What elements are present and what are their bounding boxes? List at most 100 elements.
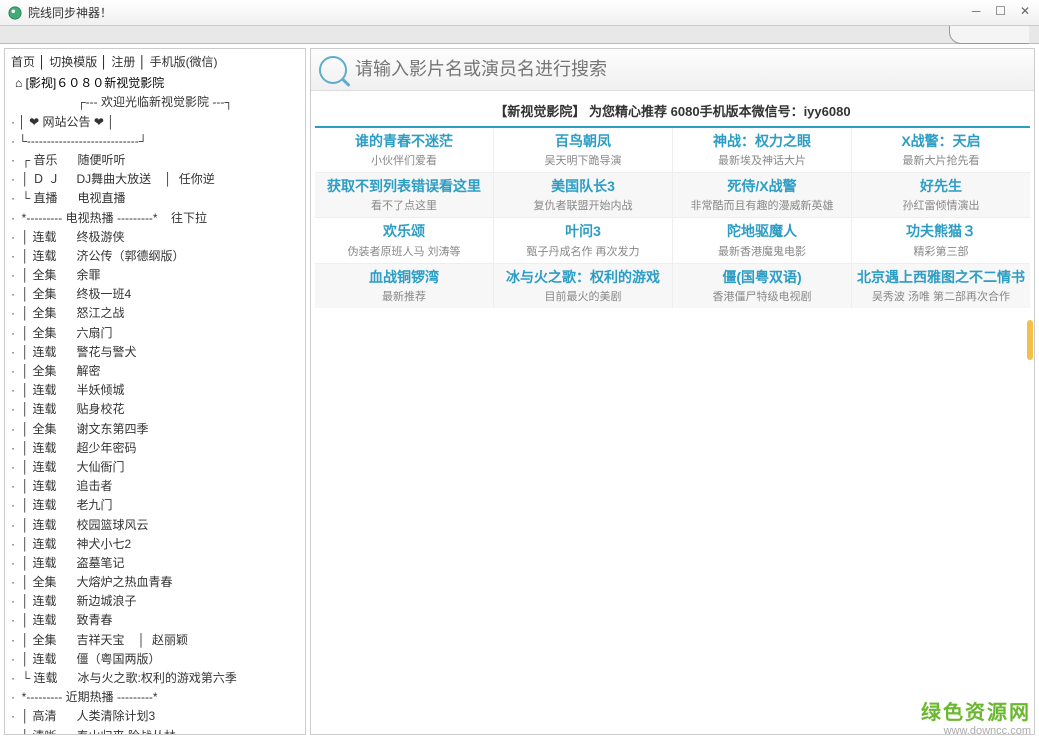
list-item[interactable]: · │ 连载 超少年密码 bbox=[11, 439, 299, 458]
movie-cell[interactable]: 美国队长3 复仇者联盟开始内战 bbox=[494, 173, 672, 217]
list-item[interactable]: · ┌ 音乐 随便听听 bbox=[11, 151, 299, 170]
search-input[interactable] bbox=[355, 59, 1026, 80]
titlebar: 院线同步神器！ ─ ☐ ✕ bbox=[0, 0, 1039, 26]
movie-desc: 最新推荐 bbox=[317, 288, 491, 304]
movie-title: X战警：天启 bbox=[854, 132, 1028, 150]
list-item[interactable]: · │ 连载 半妖倾城 bbox=[11, 381, 299, 400]
watermark-url: www.downcc.com bbox=[921, 725, 1031, 737]
movie-title: 美国队长3 bbox=[496, 177, 670, 195]
list-item[interactable]: · │ 清晰 泰山归来 险战丛林 . bbox=[11, 727, 299, 735]
movie-cell[interactable]: 百鸟朝凤吴天明下跪导演 bbox=[494, 128, 672, 172]
movie-cell[interactable]: 欢乐颂伪装者原班人马 刘涛等 bbox=[315, 218, 493, 262]
movie-title: 死侍/X战警 bbox=[675, 177, 849, 195]
movie-desc: 复仇者联盟开始内战 bbox=[496, 197, 670, 213]
list-item[interactable]: · │ 连载 终极游侠 bbox=[11, 228, 299, 247]
list-item[interactable]: · │ 全集 吉祥天宝 │ 赵丽颖 bbox=[11, 631, 299, 650]
list-item[interactable]: · │ 连载 济公传（郭德纲版） bbox=[11, 247, 299, 266]
movie-title: 神战：权力之眼 bbox=[675, 132, 849, 150]
list-item[interactable]: · │ 连载 致青春 bbox=[11, 611, 299, 630]
list-item[interactable]: · │ 全集 谢文东第四季 bbox=[11, 420, 299, 439]
list-item[interactable]: · │ 全集 终极一班4 bbox=[11, 285, 299, 304]
list-item[interactable]: · │ 连载 大仙衙门 bbox=[11, 458, 299, 477]
movie-title: 功夫熊猫３ bbox=[854, 222, 1028, 240]
movie-cell[interactable]: 功夫熊猫３精彩第三部 bbox=[852, 218, 1030, 262]
movie-cell[interactable]: 北京遇上西雅图之不二情书吴秀波 汤唯 第二部再次合作 bbox=[852, 264, 1030, 308]
watermark-name: 绿色资源网 bbox=[921, 696, 1031, 725]
list-item[interactable]: · └ 直播 电视直播 bbox=[11, 189, 299, 208]
movie-cell[interactable]: 僵(国粤双语)香港僵尸特级电视剧 bbox=[673, 264, 851, 308]
list-item[interactable]: · │ 连载 新边城浪子 bbox=[11, 592, 299, 611]
nav-register[interactable]: 注册 bbox=[111, 55, 135, 69]
movie-desc: 看不了点这里 bbox=[317, 197, 491, 213]
list-item[interactable]: · │ 全集 余罪 bbox=[11, 266, 299, 285]
list-item[interactable]: · │ 全集 六扇门 bbox=[11, 324, 299, 343]
movie-desc: 伪装者原班人马 刘涛等 bbox=[317, 243, 491, 259]
list-item[interactable]: · │ 全集 解密 bbox=[11, 362, 299, 381]
movie-title: 获取不到列表错误看这里 bbox=[317, 177, 491, 195]
nav-template[interactable]: 切换模版 bbox=[49, 55, 97, 69]
movie-grid: 谁的青春不迷茫小伙伴们爱看百鸟朝凤吴天明下跪导演神战：权力之眼最新埃及神话大片X… bbox=[315, 128, 1030, 308]
movie-desc: 最新大片抢先看 bbox=[854, 152, 1028, 168]
movie-desc: 孙红雷倾情演出 bbox=[854, 197, 1028, 213]
movie-cell[interactable]: 陀地驱魔人最新香港魔鬼电影 bbox=[673, 218, 851, 262]
announce-bot: · └----------------------------┘ bbox=[11, 132, 299, 151]
sidebar: 首页 │ 切换模版 │ 注册 │ 手机版(微信) ⌂ [影视]６０８０新视觉影院… bbox=[4, 48, 306, 735]
maximize-button[interactable]: ☐ bbox=[991, 4, 1011, 18]
nav-home[interactable]: 首页 bbox=[11, 55, 35, 69]
movie-desc: 最新香港魔鬼电影 bbox=[675, 243, 849, 259]
list-item[interactable]: · │ 连载 校园篮球风云 bbox=[11, 516, 299, 535]
movie-desc: 目前最火的美剧 bbox=[496, 288, 670, 304]
movie-title: 百鸟朝凤 bbox=[496, 132, 670, 150]
movie-desc: 最新埃及神话大片 bbox=[675, 152, 849, 168]
list-item[interactable]: · └ 连载 冰与火之歌:权利的游戏第六季 bbox=[11, 669, 299, 688]
list-item[interactable]: · │ 连载 贴身校花 bbox=[11, 400, 299, 419]
list-item[interactable]: · │ Ｄ Ｊ DJ舞曲大放送 │ 任你逆 bbox=[11, 170, 299, 189]
movie-title: 好先生 bbox=[854, 177, 1028, 195]
list-item[interactable]: · │ 连载 僵（粤国两版） bbox=[11, 650, 299, 669]
movie-title: 北京遇上西雅图之不二情书 bbox=[854, 268, 1028, 286]
movie-title: 冰与火之歌：权利的游戏 bbox=[496, 268, 670, 286]
list-item[interactable]: · │ 连载 盗墓笔记 bbox=[11, 554, 299, 573]
window-controls: ─ ☐ ✕ bbox=[966, 2, 1035, 20]
movie-cell[interactable]: 神战：权力之眼最新埃及神话大片 bbox=[673, 128, 851, 172]
list-item[interactable]: · │ 全集 大熔炉之热血青春 bbox=[11, 573, 299, 592]
list-item[interactable]: · │ 连载 追击者 bbox=[11, 477, 299, 496]
list-item[interactable]: · │ 连载 神犬小七2 bbox=[11, 535, 299, 554]
list-item[interactable]: · │ 连载 老九门 bbox=[11, 496, 299, 515]
movie-cell[interactable]: 冰与火之歌：权利的游戏目前最火的美剧 bbox=[494, 264, 672, 308]
announce-mid: · │ ❤ 网站公告 ❤ │ bbox=[11, 113, 299, 132]
movie-cell[interactable]: 叶问3 甄子丹成名作 再次发力 bbox=[494, 218, 672, 262]
movie-desc: 吴天明下跪导演 bbox=[496, 152, 670, 168]
movie-title: 叶问3 bbox=[496, 222, 670, 240]
announce-top: ┌--- 欢迎光临新视觉影院 ---┐ bbox=[11, 93, 299, 112]
list-item[interactable]: · │ 高清 人类清除计划3 bbox=[11, 707, 299, 726]
watermark: 绿色资源网 www.downcc.com bbox=[921, 696, 1031, 737]
scrollbar-thumb[interactable] bbox=[1027, 320, 1033, 360]
list-item[interactable]: · │ 连载 警花与警犬 bbox=[11, 343, 299, 362]
movie-desc: 小伙伴们爱看 bbox=[317, 152, 491, 168]
movie-cell[interactable]: X战警：天启最新大片抢先看 bbox=[852, 128, 1030, 172]
movie-title: 血战铜锣湾 bbox=[317, 268, 491, 286]
movie-cell[interactable]: 好先生孙红雷倾情演出 bbox=[852, 173, 1030, 217]
movie-desc: 甄子丹成名作 再次发力 bbox=[496, 243, 670, 259]
list-item[interactable]: · │ 全集 怒江之战 bbox=[11, 304, 299, 323]
movie-desc: 非常酷而且有趣的漫威新英雄 bbox=[675, 197, 849, 213]
movie-title: 欢乐颂 bbox=[317, 222, 491, 240]
nav-mobile[interactable]: 手机版(微信) bbox=[150, 55, 218, 69]
movie-cell[interactable]: 获取不到列表错误看这里看不了点这里 bbox=[315, 173, 493, 217]
content: 【新视觉影院】 为您精心推荐 6080手机版本微信号：iyy6080 谁的青春不… bbox=[310, 48, 1035, 735]
list-item[interactable]: · *--------- 电视热播 ---------* 往下拉 bbox=[11, 209, 299, 228]
movie-desc: 香港僵尸特级电视剧 bbox=[675, 288, 849, 304]
tab-strip bbox=[0, 26, 1039, 44]
minimize-button[interactable]: ─ bbox=[966, 4, 986, 18]
movie-cell[interactable]: 谁的青春不迷茫小伙伴们爱看 bbox=[315, 128, 493, 172]
search-icon[interactable] bbox=[319, 56, 347, 84]
close-button[interactable]: ✕ bbox=[1015, 4, 1035, 18]
movie-cell[interactable]: 血战铜锣湾最新推荐 bbox=[315, 264, 493, 308]
list-item[interactable]: · *--------- 近期热播 ---------* bbox=[11, 688, 299, 707]
breadcrumb[interactable]: ⌂ [影视]６０８０新视觉影院 bbox=[15, 74, 299, 93]
tab-curve bbox=[949, 26, 1029, 44]
movie-cell[interactable]: 死侍/X战警非常酷而且有趣的漫威新英雄 bbox=[673, 173, 851, 217]
search-bar bbox=[311, 49, 1034, 91]
movie-desc: 吴秀波 汤唯 第二部再次合作 bbox=[854, 288, 1028, 304]
